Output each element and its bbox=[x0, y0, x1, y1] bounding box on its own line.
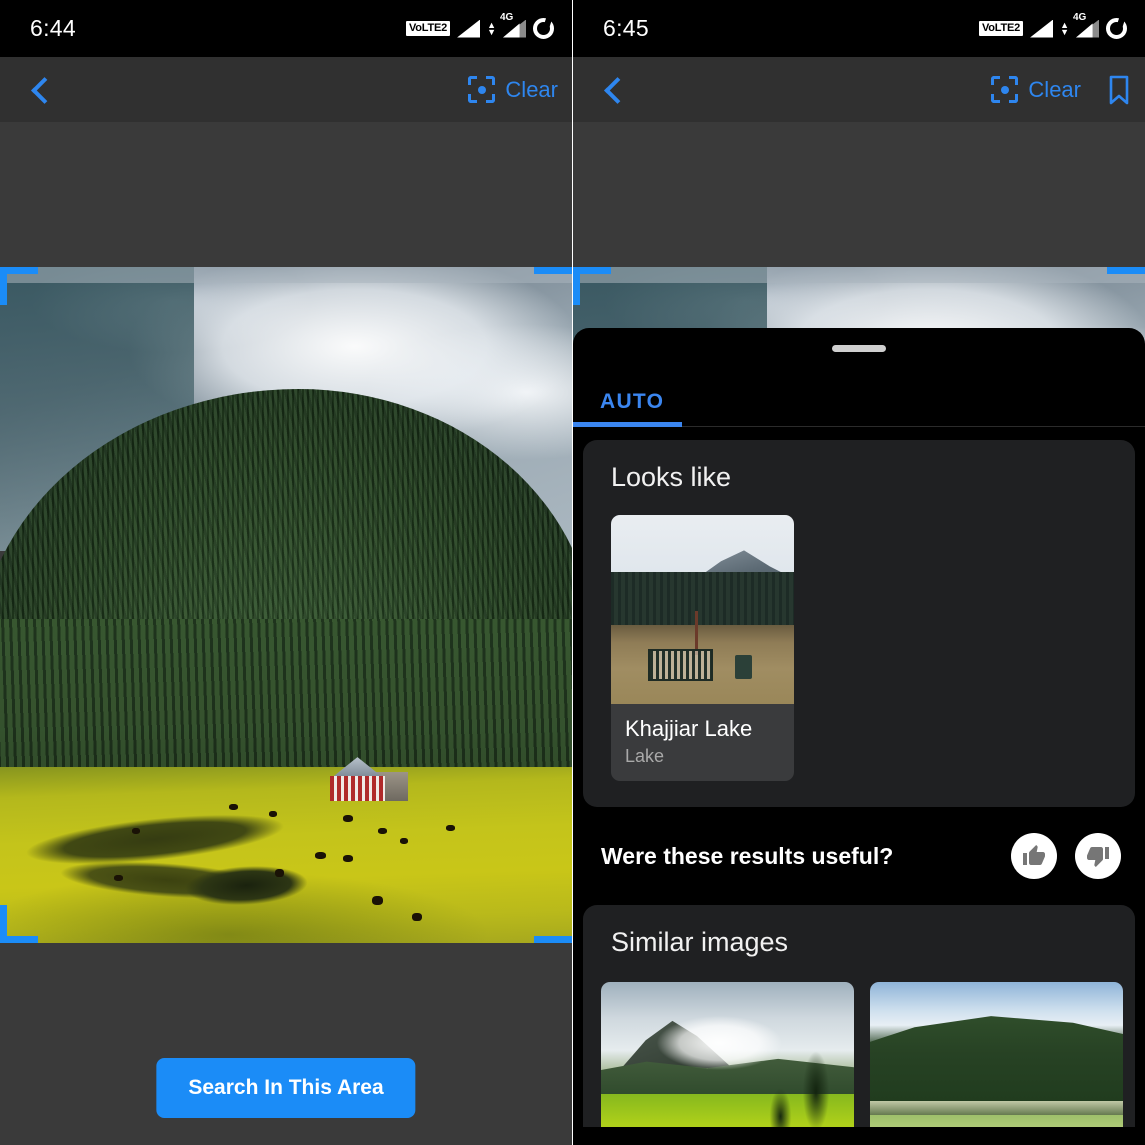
similar-image-item[interactable] bbox=[870, 982, 1123, 1127]
volte-badge-icon: VoLTE2 bbox=[405, 21, 451, 36]
sheet-drag-handle[interactable] bbox=[832, 345, 886, 352]
signal-bars-4g-icon: 4G bbox=[1073, 12, 1099, 38]
lens-icon bbox=[468, 76, 496, 103]
signal-bars-icon bbox=[1030, 19, 1054, 38]
clear-button[interactable]: Clear bbox=[468, 76, 558, 103]
photo-cattle bbox=[314, 851, 326, 859]
search-in-this-area-button[interactable]: Search In This Area bbox=[156, 1058, 416, 1118]
crop-handle-left-top-vertical[interactable] bbox=[573, 267, 580, 305]
knowledge-result-title: Khajjiar Lake bbox=[625, 716, 753, 741]
feedback-row: Were these results useful? bbox=[573, 807, 1145, 905]
app-toolbar-right: Clear bbox=[573, 57, 1145, 123]
signal-bars-icon bbox=[457, 19, 481, 38]
clear-label: Clear bbox=[1028, 76, 1081, 102]
signal-bars-4g-icon: 4G bbox=[500, 12, 526, 38]
bookmark-icon[interactable] bbox=[1107, 75, 1131, 105]
looks-like-title: Looks like bbox=[611, 462, 732, 492]
status-icon-group: VoLTE2 ▲ ▼ 4G bbox=[405, 12, 554, 39]
photo-cattle bbox=[228, 804, 238, 811]
results-bottom-sheet: AUTO Looks like Khajjiar Lake Lake Were … bbox=[573, 328, 1145, 1145]
tab-auto[interactable]: AUTO bbox=[573, 382, 683, 427]
left-phone-screen: 6:44 VoLTE2 ▲ ▼ 4G Clear Search In This … bbox=[0, 0, 572, 1145]
photo-building bbox=[326, 757, 408, 802]
thumbs-up-button[interactable] bbox=[1011, 833, 1057, 879]
source-photo-left[interactable] bbox=[0, 267, 572, 943]
thumbs-down-button[interactable] bbox=[1075, 833, 1121, 879]
status-bar-left: 6:44 VoLTE2 ▲ ▼ 4G bbox=[0, 0, 572, 57]
crop-handle-top-right[interactable] bbox=[534, 267, 572, 274]
photo-cattle bbox=[371, 895, 383, 905]
thumbs-up-icon bbox=[1023, 845, 1045, 865]
clear-label: Clear bbox=[505, 76, 558, 102]
back-chevron-icon[interactable] bbox=[26, 75, 56, 105]
crop-handle-bottom-right[interactable] bbox=[534, 936, 572, 943]
knowledge-result-card[interactable]: Khajjiar Lake Lake bbox=[611, 515, 794, 781]
crop-handle-left-top-vertical[interactable] bbox=[0, 267, 7, 305]
photo-cattle bbox=[377, 828, 387, 835]
photo-cattle bbox=[268, 811, 277, 818]
knowledge-result-text: Khajjiar Lake Lake bbox=[611, 704, 794, 781]
status-clock: 6:44 bbox=[30, 15, 76, 41]
image-stage-left: Search In This Area bbox=[0, 123, 572, 1145]
knowledge-result-thumbnail bbox=[611, 515, 794, 704]
right-phone-screen: 6:45 VoLTE2 ▲ ▼ 4G Clear AUTO Looks like… bbox=[573, 0, 1145, 1145]
photo-cattle bbox=[343, 855, 354, 863]
status-bar-right: 6:45 VoLTE2 ▲ ▼ 4G bbox=[573, 0, 1145, 57]
crop-handle-left-bottom-vertical[interactable] bbox=[0, 905, 7, 943]
photo-cattle bbox=[411, 912, 422, 921]
data-transfer-icon: ▲ ▼ bbox=[1060, 19, 1069, 37]
crop-top-scrim bbox=[0, 267, 572, 283]
lens-icon bbox=[991, 76, 1019, 103]
photo-cattle bbox=[131, 828, 140, 835]
feedback-buttons bbox=[1011, 833, 1121, 879]
toolbar-actions-right: Clear bbox=[991, 75, 1131, 105]
volte-badge-icon: VoLTE2 bbox=[978, 21, 1024, 36]
thumbs-down-icon bbox=[1087, 847, 1109, 867]
app-toolbar-left: Clear bbox=[0, 57, 572, 123]
photo-meadow bbox=[0, 767, 572, 943]
similar-image-item[interactable] bbox=[601, 982, 854, 1127]
results-tab-bar: AUTO bbox=[573, 382, 1145, 427]
khajjiar-meadow-photo bbox=[0, 267, 572, 943]
looks-like-card: Looks like Khajjiar Lake Lake bbox=[583, 440, 1135, 807]
status-clock: 6:45 bbox=[603, 15, 649, 41]
similar-images-title: Similar images bbox=[611, 927, 789, 957]
data-transfer-icon: ▲ ▼ bbox=[487, 19, 496, 37]
similar-images-card: Similar images bbox=[583, 905, 1135, 1127]
photo-cattle bbox=[446, 824, 456, 831]
knowledge-result-subtitle: Lake bbox=[625, 746, 665, 766]
back-chevron-icon[interactable] bbox=[599, 75, 629, 105]
toolbar-actions-left: Clear bbox=[468, 76, 558, 103]
status-icon-group: VoLTE2 ▲ ▼ 4G bbox=[978, 12, 1127, 39]
dual-screenshot-composite: 6:44 VoLTE2 ▲ ▼ 4G Clear Search In This … bbox=[0, 0, 1145, 1145]
battery-ring-icon bbox=[533, 18, 554, 39]
battery-ring-icon bbox=[1106, 18, 1127, 39]
photo-cattle bbox=[274, 868, 284, 877]
feedback-question: Were these results useful? bbox=[601, 842, 894, 869]
similar-images-grid bbox=[583, 958, 1135, 1127]
crop-handle-top-right[interactable] bbox=[1107, 267, 1145, 274]
crop-top-scrim bbox=[573, 267, 1145, 283]
clear-button[interactable]: Clear bbox=[991, 76, 1081, 103]
photo-cattle bbox=[343, 814, 354, 822]
